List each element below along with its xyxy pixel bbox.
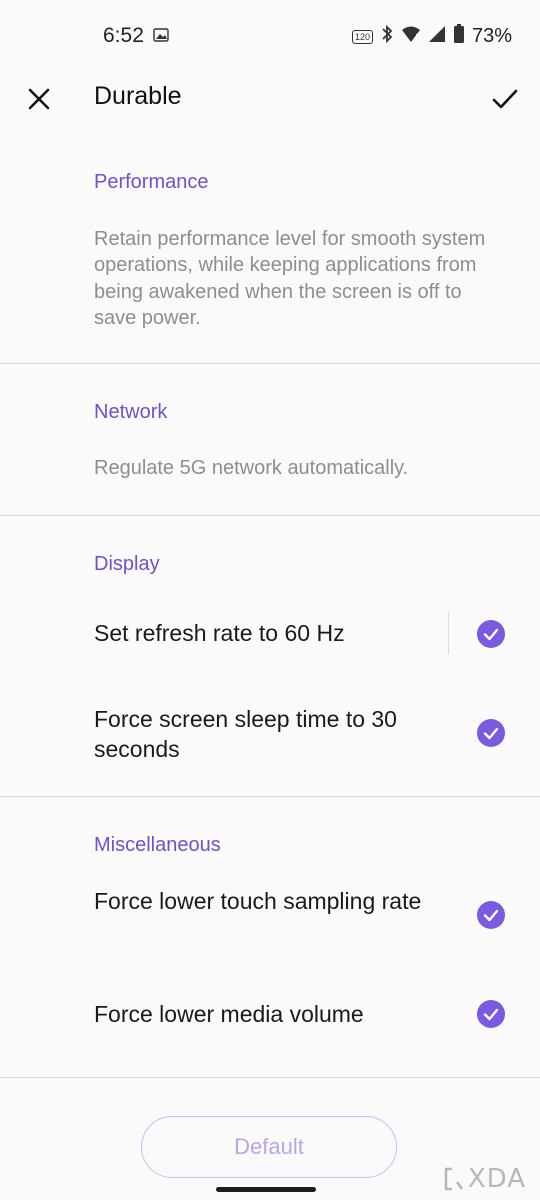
network-heading: Network <box>94 401 168 423</box>
refresh-rate-badge: 120 <box>351 29 373 44</box>
wifi-icon <box>401 25 421 48</box>
media-volume-label: Force lower media volume <box>94 1001 364 1027</box>
screen-sleep-checkbox[interactable] <box>477 719 505 747</box>
close-icon <box>28 88 50 110</box>
divider <box>0 515 540 516</box>
bluetooth-icon <box>380 24 394 49</box>
performance-heading: Performance <box>94 171 209 193</box>
divider <box>0 363 540 364</box>
battery-percentage: 73% <box>471 25 512 47</box>
media-volume-checkbox[interactable] <box>477 1000 505 1028</box>
row-separator <box>448 612 449 654</box>
divider <box>0 1077 540 1078</box>
misc-heading: Miscellaneous <box>94 834 221 856</box>
xda-logo-icon <box>444 1167 463 1191</box>
gallery-notification-icon <box>153 28 169 47</box>
display-heading: Display <box>94 553 160 575</box>
screen-sleep-label: Force screen sleep time to 30 seconds <box>94 706 397 762</box>
touch-sampling-checkbox[interactable] <box>477 901 505 929</box>
signal-icon <box>428 25 446 48</box>
check-icon <box>492 89 518 109</box>
performance-description: Retain performance level for smooth syst… <box>94 228 486 329</box>
confirm-button[interactable] <box>490 84 520 114</box>
divider <box>0 796 540 797</box>
touch-sampling-label: Force lower touch sampling rate <box>94 888 422 914</box>
gesture-nav-handle[interactable] <box>216 1187 316 1192</box>
network-description: Regulate 5G network automatically. <box>94 457 409 479</box>
watermark-text: XDA <box>467 1164 526 1194</box>
xda-watermark: XDA <box>443 1164 526 1194</box>
page-title: Durable <box>94 82 182 110</box>
default-button[interactable]: Default <box>141 1116 397 1178</box>
checkmark-icon <box>483 1008 499 1021</box>
app-bar: Durable <box>0 72 540 126</box>
refresh-rate-label: Set refresh rate to 60 Hz <box>94 620 345 646</box>
refresh-rate-checkbox[interactable] <box>477 620 505 648</box>
checkmark-icon <box>483 727 499 740</box>
status-icons: 120 73% <box>351 24 512 49</box>
checkmark-icon <box>483 909 499 922</box>
checkmark-icon <box>483 628 499 641</box>
status-bar: 6:52 120 73% <box>0 0 540 72</box>
status-time: 6:52 <box>103 24 144 47</box>
battery-icon <box>453 24 465 49</box>
close-button[interactable] <box>24 84 54 114</box>
